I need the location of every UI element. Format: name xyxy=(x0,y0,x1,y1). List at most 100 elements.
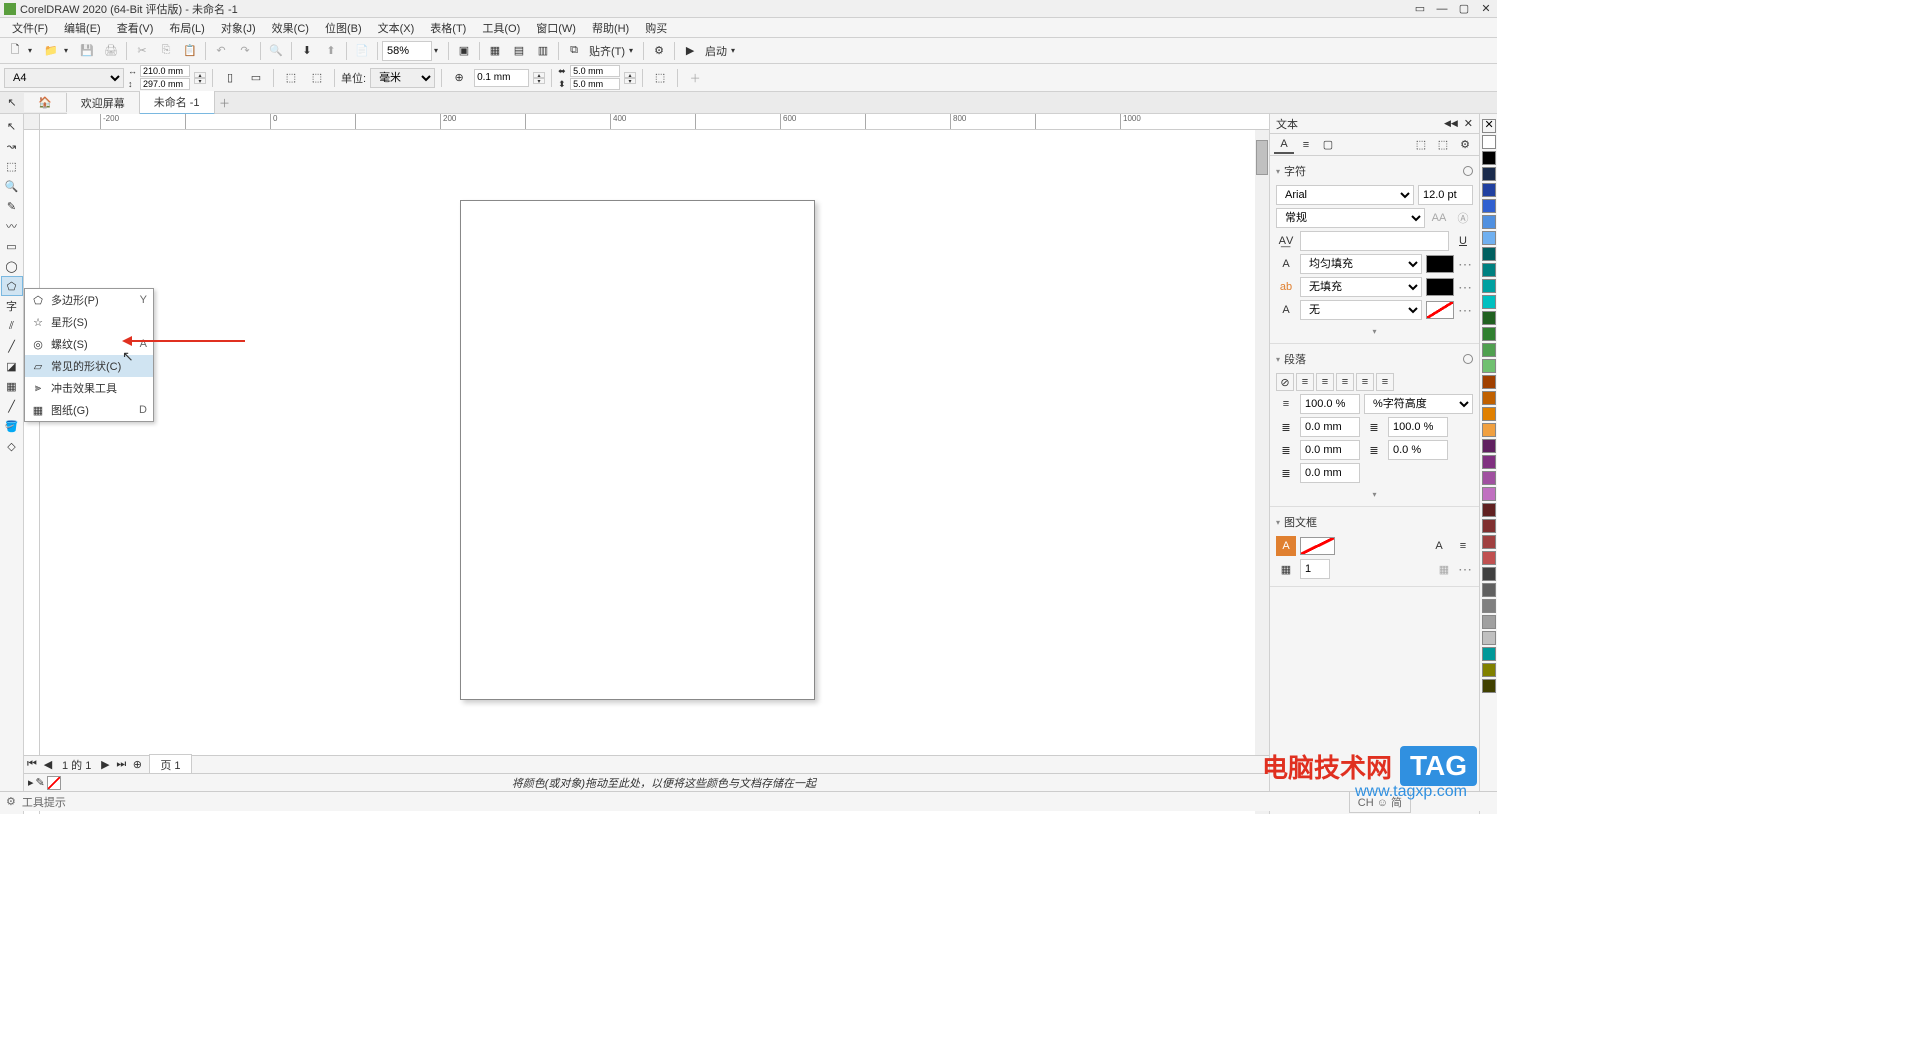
color-cell[interactable] xyxy=(1482,183,1496,197)
char-height-select[interactable]: %字符高度 xyxy=(1364,394,1473,414)
copy-button[interactable]: ⎘ xyxy=(155,40,177,62)
color-cell[interactable] xyxy=(1482,375,1496,389)
flyout-graph-paper[interactable]: ▦ 图纸(G) D xyxy=(25,399,153,421)
all-pages-button[interactable]: ⬚ xyxy=(280,67,302,89)
color-cell[interactable] xyxy=(1482,231,1496,245)
open-dropdown-icon[interactable]: ▾ xyxy=(64,46,74,55)
next-page-button[interactable]: ▶ xyxy=(97,757,113,773)
polygon-tool[interactable]: ⬠ xyxy=(1,276,23,296)
frame-align-icon[interactable]: A xyxy=(1429,536,1449,556)
snap-button[interactable]: ⧉ xyxy=(563,40,585,62)
menu-bitmap[interactable]: 位图(B) xyxy=(317,18,370,38)
color-cell[interactable] xyxy=(1482,535,1496,549)
first-page-button[interactable]: ⏮ xyxy=(24,757,40,773)
color-cell[interactable] xyxy=(1482,391,1496,405)
chevron-icon[interactable]: ▾ xyxy=(1276,167,1280,176)
crop-tool[interactable]: ⬚ xyxy=(1,156,23,176)
launch-dropdown-icon[interactable]: ▾ xyxy=(731,46,741,55)
zoom-input[interactable] xyxy=(382,41,432,61)
fill3-select[interactable]: 无 xyxy=(1300,300,1422,320)
vertical-scrollbar[interactable] xyxy=(1255,130,1269,814)
connector-tool[interactable]: ╱ xyxy=(1,336,23,356)
menu-edit[interactable]: 编辑(E) xyxy=(56,18,109,38)
fill1-color[interactable] xyxy=(1426,255,1454,273)
save-button[interactable]: 💾 xyxy=(76,40,98,62)
tab-frame[interactable]: ▢ xyxy=(1318,136,1338,154)
align-justify[interactable]: ≡ xyxy=(1356,373,1374,391)
shape-tool[interactable]: ↝ xyxy=(1,136,23,156)
flyout-spiral[interactable]: ◎ 螺纹(S) A xyxy=(25,333,153,355)
fill2-select[interactable]: 无填充 xyxy=(1300,277,1422,297)
window-icon-1[interactable]: ▭ xyxy=(1413,2,1427,16)
expand-para-icon[interactable]: ▾ xyxy=(1372,490,1376,499)
columns-input[interactable] xyxy=(1300,559,1330,579)
pick-tool[interactable]: ↖ xyxy=(1,116,23,136)
print-button[interactable]: 🖨 xyxy=(100,40,122,62)
frame-bg-color[interactable] xyxy=(1300,537,1335,555)
line-height-input[interactable] xyxy=(1300,394,1360,414)
pick-tool-icon[interactable]: ↖ xyxy=(7,96,16,109)
color-cell[interactable] xyxy=(1482,615,1496,629)
font-style-select[interactable]: 常规 xyxy=(1276,208,1425,228)
color-cell[interactable] xyxy=(1482,343,1496,357)
outline-font-icon[interactable]: Ⓐ xyxy=(1453,208,1473,228)
frame-more[interactable]: ⋯ xyxy=(1458,561,1473,578)
fill2-more[interactable]: ⋯ xyxy=(1458,279,1473,296)
indent3-input[interactable] xyxy=(1300,463,1360,483)
tab-options-3[interactable]: ⚙ xyxy=(1455,136,1475,154)
ruler-button[interactable]: ▥ xyxy=(532,40,554,62)
parallel-tool[interactable]: ⫽ xyxy=(1,316,23,336)
spinner-down[interactable]: ▾ xyxy=(533,78,545,84)
options-button[interactable]: ⚙ xyxy=(648,40,670,62)
indent1-input[interactable] xyxy=(1300,440,1360,460)
flyout-polygon[interactable]: ⬠ 多边形(P) Y xyxy=(25,289,153,311)
color-cell[interactable] xyxy=(1482,295,1496,309)
portrait-button[interactable]: ▯ xyxy=(219,67,241,89)
color-cell[interactable] xyxy=(1482,471,1496,485)
spinner-down[interactable]: ▾ xyxy=(194,78,206,84)
docker-collapse-icon[interactable]: ◀◀ xyxy=(1444,118,1458,129)
menu-help[interactable]: 帮助(H) xyxy=(584,18,637,38)
color-cell[interactable] xyxy=(1482,455,1496,469)
align-force[interactable]: ≡ xyxy=(1376,373,1394,391)
minimize-button[interactable]: — xyxy=(1435,2,1449,16)
color-cell[interactable] xyxy=(1482,487,1496,501)
tab-options-2[interactable]: ⬚ xyxy=(1433,136,1453,154)
menu-object[interactable]: 对象(J) xyxy=(213,18,264,38)
font-weight-icon[interactable]: AA xyxy=(1429,208,1449,228)
fill-tool[interactable]: 🪣 xyxy=(1,416,23,436)
cut-button[interactable]: ✂ xyxy=(131,40,153,62)
page-height-input[interactable] xyxy=(140,78,190,90)
ellipse-tool[interactable]: ◯ xyxy=(1,256,23,276)
indent2-input[interactable] xyxy=(1388,440,1448,460)
menu-file[interactable]: 文件(F) xyxy=(4,18,56,38)
add-tab-button[interactable]: ＋ xyxy=(215,95,235,111)
align-center[interactable]: ≡ xyxy=(1316,373,1334,391)
color-cell[interactable] xyxy=(1482,503,1496,517)
menu-effects[interactable]: 效果(C) xyxy=(264,18,317,38)
color-cell[interactable] xyxy=(1482,663,1496,677)
color-cell[interactable] xyxy=(1482,279,1496,293)
before-input[interactable] xyxy=(1300,417,1360,437)
menu-text[interactable]: 文本(X) xyxy=(370,18,423,38)
color-cell[interactable] xyxy=(1482,647,1496,661)
color-cell[interactable] xyxy=(1482,215,1496,229)
color-cell[interactable] xyxy=(1482,167,1496,181)
section-options-icon[interactable] xyxy=(1463,166,1473,176)
after-input[interactable] xyxy=(1388,417,1448,437)
open-button[interactable]: 📁 xyxy=(40,40,62,62)
chevron-icon[interactable]: ▾ xyxy=(1276,355,1280,364)
nudge-input[interactable] xyxy=(474,69,529,87)
grid-button[interactable]: ▦ xyxy=(484,40,506,62)
unit-select[interactable]: 毫米 xyxy=(370,68,435,88)
align-right[interactable]: ≡ xyxy=(1336,373,1354,391)
flyout-impact[interactable]: ⫸ 冲击效果工具 xyxy=(25,377,153,399)
fill3-more[interactable]: ⋯ xyxy=(1458,302,1473,319)
section-options-icon[interactable] xyxy=(1463,354,1473,364)
color-cell[interactable] xyxy=(1482,679,1496,693)
relative-button[interactable]: ⬚ xyxy=(649,67,671,89)
color-cell[interactable] xyxy=(1482,135,1496,149)
publish-button[interactable]: 📄 xyxy=(351,40,373,62)
prev-page-button[interactable]: ◀ xyxy=(40,757,56,773)
snap-dropdown-icon[interactable]: ▾ xyxy=(629,46,639,55)
